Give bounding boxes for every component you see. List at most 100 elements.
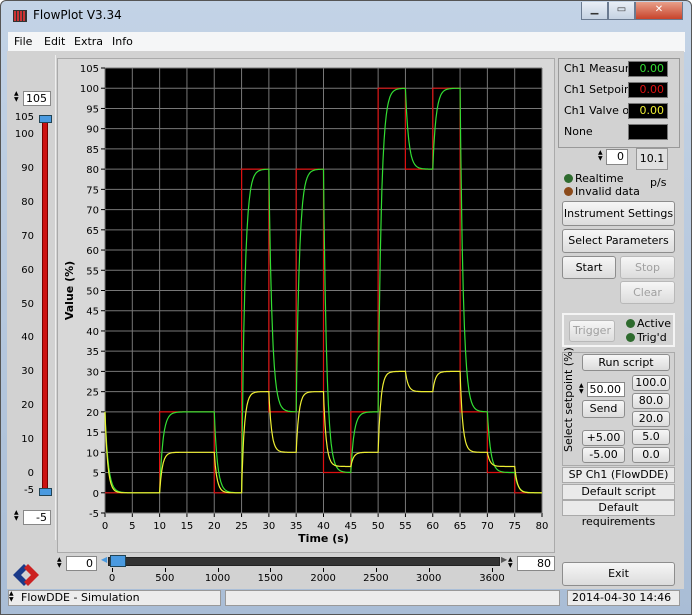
info-row-sp-channel: SP Ch1 (FlowDDE) — [562, 467, 675, 483]
trigd-led-icon — [626, 333, 635, 342]
y-tick-label: 105 — [80, 64, 99, 75]
time-tick-label: 3600 — [479, 573, 505, 584]
legend-value-display — [628, 124, 668, 140]
y-range-slider-track[interactable] — [42, 117, 48, 495]
y-min-spin[interactable]: -5 — [23, 510, 51, 525]
flow-chart[interactable]: 0 5 10 15 20 25 30 35 40 45 50 55 60 65 70 75 80-5051015… — [57, 58, 555, 553]
slider-tick-label: 10 — [21, 434, 34, 446]
y-tick-label: 85 — [86, 145, 99, 156]
y-tick-label: 15 — [86, 428, 99, 439]
realtime-label: Realtime — [575, 172, 624, 185]
time-tick-mark — [323, 568, 325, 572]
time-tick-mark — [270, 568, 272, 572]
menu-file[interactable]: File — [14, 35, 32, 48]
clear-button[interactable]: Clear — [620, 281, 675, 304]
spin-arrows-icon[interactable]: ▲ ▼ — [9, 591, 14, 603]
y-tick-label: 55 — [86, 266, 99, 277]
exit-button[interactable]: Exit — [562, 562, 675, 586]
y-tick-label: 100 — [80, 84, 99, 95]
scroll-left-arrow-icon[interactable]: ◀ — [101, 555, 107, 564]
time-tick-label: 1000 — [204, 573, 231, 584]
stop-button[interactable]: Stop — [620, 256, 675, 279]
menu-info[interactable]: Info — [112, 35, 133, 48]
status-message — [225, 590, 560, 606]
slider-tick-label: 20 — [21, 400, 34, 412]
menu-bar: File Edit Extra Info — [8, 32, 685, 52]
start-button[interactable]: Start — [562, 256, 616, 279]
legend-label: Ch1 Setpoint — [564, 83, 628, 96]
x-tick-label: 80 — [536, 521, 549, 532]
x-tick-label: 65 — [454, 521, 467, 532]
preset-setpoint-button[interactable]: 100.0 — [632, 375, 670, 391]
y-min-handle[interactable] — [39, 488, 52, 496]
legend-value-display: 0.00 — [628, 103, 668, 119]
spin-arrows-icon[interactable]: ▲ ▼ — [14, 91, 21, 103]
x-tick-label: 30 — [263, 521, 276, 532]
y-tick-label: 60 — [86, 246, 99, 257]
menu-edit[interactable]: Edit — [44, 35, 65, 48]
time-scroll-handle[interactable] — [110, 555, 126, 567]
spin-arrows-icon[interactable]: ▲ ▼ — [14, 510, 21, 522]
time-start-spin[interactable]: 0 — [66, 556, 97, 571]
slider-tick-label: 105 — [14, 112, 34, 123]
y-max-handle[interactable] — [39, 115, 52, 123]
x-tick-label: 10 — [153, 521, 166, 532]
slider-tick-label: 0 — [27, 468, 34, 480]
setpoint-input[interactable]: 50.00 — [587, 382, 625, 397]
spin-arrows-icon[interactable]: ▲ ▼ — [508, 557, 515, 569]
y-tick-label: 40 — [86, 327, 99, 338]
time-tick-label: 3000 — [415, 573, 442, 584]
time-tick-label: 1500 — [257, 573, 284, 584]
time-tick-mark — [492, 568, 493, 572]
trigger-button[interactable]: Trigger — [569, 320, 615, 342]
menu-extra[interactable]: Extra — [74, 35, 103, 48]
y-tick-label: 50 — [86, 287, 99, 298]
time-tick-label: 2000 — [310, 573, 336, 584]
invalid-data-label: Invalid data — [575, 185, 640, 198]
preset-setpoint-button[interactable]: 80.0 — [632, 393, 670, 409]
title-bar: FlowPlot V3.34 ▁ ▭ ✕ — [1, 1, 691, 31]
y-tick-label: 95 — [86, 104, 99, 115]
select-parameters-button[interactable]: Select Parameters — [562, 229, 675, 253]
plus-5-button[interactable]: +5.00 — [582, 430, 625, 446]
slider-tick-label: 70 — [21, 230, 34, 242]
rate-display: 10.1 — [636, 148, 668, 170]
run-script-button[interactable]: Run script — [582, 354, 670, 371]
maximize-button[interactable]: ▭ — [608, 2, 635, 20]
spin-arrows-icon[interactable]: ▲ ▼ — [598, 150, 605, 162]
legend-label: Ch1 Measure — [564, 62, 628, 75]
scroll-right-arrow-icon[interactable]: ▶ — [501, 555, 507, 564]
y-tick-label: 70 — [86, 206, 99, 217]
y-axis-label: Value (%) — [63, 261, 76, 320]
x-axis-label: Time (s) — [298, 532, 349, 545]
time-tick-label: 500 — [155, 573, 175, 584]
preset-setpoint-button[interactable]: 20.0 — [632, 411, 670, 427]
minimize-button[interactable]: ▁ — [581, 2, 608, 20]
slider-tick-label: 30 — [21, 366, 34, 378]
spin-arrows-icon[interactable]: ▲ ▼ — [579, 383, 586, 395]
time-scrollbar[interactable] — [108, 557, 500, 566]
preset-setpoint-button[interactable]: 5.0 — [632, 429, 670, 445]
spin-arrows-icon[interactable]: ▲ ▼ — [57, 557, 64, 569]
time-end-spin[interactable]: 80 — [517, 556, 555, 571]
y-tick-label: 65 — [86, 226, 99, 237]
x-tick-label: 60 — [426, 521, 439, 532]
minus-5-button[interactable]: -5.00 — [582, 447, 625, 463]
preset-setpoint-button[interactable]: 0.0 — [632, 447, 670, 463]
x-tick-label: 25 — [235, 521, 248, 532]
slider-tick-label: 90 — [21, 162, 34, 174]
y-max-spin[interactable]: 105 — [23, 91, 51, 106]
y-tick-label: 0 — [93, 489, 99, 500]
instrument-settings-button[interactable]: Instrument Settings — [562, 201, 675, 226]
legend-value-display: 0.00 — [628, 61, 668, 77]
realtime-led-icon — [564, 174, 573, 183]
x-tick-label: 55 — [399, 521, 412, 532]
send-button[interactable]: Send — [582, 400, 625, 418]
rate-spin[interactable]: 0 — [606, 149, 628, 165]
close-button[interactable]: ✕ — [635, 2, 683, 20]
slider-tick-label: 100 — [14, 128, 34, 140]
y-tick-label: 80 — [86, 165, 99, 176]
time-tick-label: 0 — [108, 573, 116, 584]
y-tick-label: 45 — [86, 307, 99, 318]
y-tick-label: 10 — [86, 448, 99, 459]
